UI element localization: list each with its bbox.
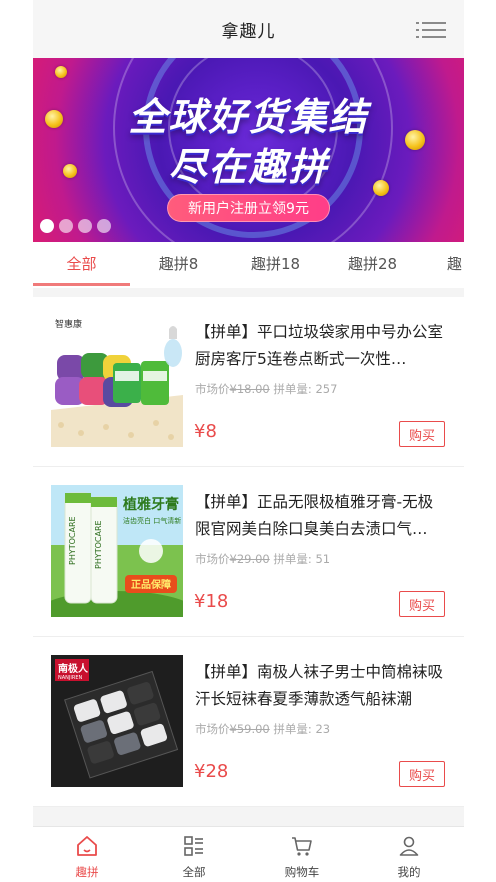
product-title[interactable]: 【拼单】正品无限极植雅牙膏-无极限官网美白除口臭美白去渍口气… [195,489,447,543]
product-meta: 市场价¥18.00 拼单量: 257 [195,381,337,397]
product-price: ¥28 [194,761,229,782]
bottom-nav: 趣拼 全部 购物车 我的 [33,826,464,882]
image-brand: 智惠康 [55,318,82,330]
garbage-bags-image: 智惠康 [51,315,183,447]
banner-headline: 全球好货集结 [128,95,369,139]
coin-icon [55,66,67,78]
app-frame: 拿趣儿 全球好货集结 尽在趣拼 新用户注册立领9元 全部 趣拼8 趣拼18 趣拼… [0,0,496,882]
buy-button[interactable]: 购买 [399,421,445,447]
group-count: 23 [315,722,331,736]
buy-button[interactable]: 购买 [399,761,445,787]
user-icon [399,836,419,856]
product-image[interactable]: 南极人 NANJIREN [51,655,183,787]
home-icon [77,836,97,856]
menu-bar [422,36,446,38]
page-title: 拿趣儿 [221,21,276,42]
carousel-dot[interactable] [40,219,54,233]
top-header: 拿趣儿 [33,0,464,58]
category-icon [184,836,203,856]
nav-label: 我的 [397,865,421,879]
product-title[interactable]: 【拼单】平口垃圾袋家用中号办公室厨房客厅5连卷点断式一次性… [195,319,447,373]
active-tab-indicator [33,283,130,286]
menu-dot [416,22,419,24]
nav-label: 购物车 [284,865,320,879]
nav-item-cart[interactable]: 购物车 [262,827,342,882]
carousel-dot[interactable] [97,219,111,233]
product-meta: 市场价¥59.00 拼单量: 23 [195,721,330,737]
menu-bar [422,22,446,24]
tab-qupin28[interactable]: 趣拼28 [324,242,421,288]
product-card[interactable]: 智惠康 【拼单】平口垃圾袋家用中号办公室厨房客厅5连卷点断式一次性… 市场价¥1… [33,297,464,467]
market-price-label: 市场价 [195,552,230,566]
carousel-dot[interactable] [78,219,92,233]
tab-all[interactable]: 全部 [33,242,130,288]
group-count-label: 拼单量: [273,552,312,566]
banner-subheadline: 尽在趣拼 [168,145,329,189]
cart-icon [292,837,312,856]
market-price-label: 市场价 [195,722,230,736]
product-price: ¥18 [194,591,229,612]
category-tabs: 全部 趣拼8 趣拼18 趣拼28 趣 [33,242,464,288]
nav-item-qupin[interactable]: 趣拼 [47,827,127,882]
product-image[interactable]: 智惠康 [51,315,183,447]
carousel-dot[interactable] [59,219,73,233]
menu-bar [422,29,446,31]
tab-qupin8[interactable]: 趣拼8 [130,242,227,288]
market-price: ¥59.00 [229,722,270,736]
menu-dot [416,29,419,31]
market-price: ¥29.00 [229,552,270,566]
group-count: 51 [315,552,331,566]
market-price-label: 市场价 [195,382,230,396]
product-card[interactable]: 南极人 NANJIREN 【拼单】南极人袜子男士中筒棉袜吸汗长短袜春夏季薄款透气… [33,637,464,807]
list-menu-icon[interactable] [416,20,446,40]
product-image[interactable]: PHYTOCARE PHYTOCARE 植雅牙膏 洁齿亮白 口气清新 正品保障 [51,485,183,617]
image-subtitle: 洁齿亮白 口气清新 [123,516,181,525]
product-card[interactable]: PHYTOCARE PHYTOCARE 植雅牙膏 洁齿亮白 口气清新 正品保障 … [33,467,464,637]
nav-label: 全部 [182,865,206,879]
product-title[interactable]: 【拼单】南极人袜子男士中筒棉袜吸汗长短袜春夏季薄款透气船袜潮 [195,659,447,713]
nav-item-all[interactable]: 全部 [154,827,234,882]
image-brand: 南极人 [58,662,89,675]
image-tube-text: PHYTOCARE [68,516,77,565]
nav-item-mine[interactable]: 我的 [369,827,449,882]
image-brand: 植雅牙膏 [122,496,179,513]
image-brand-en: NANJIREN [58,675,82,681]
product-price: ¥8 [194,421,217,442]
group-count-label: 拼单量: [273,722,312,736]
phone-screen: 拿趣儿 全球好货集结 尽在趣拼 新用户注册立领9元 全部 趣拼8 趣拼18 趣拼… [33,0,464,882]
nav-label: 趣拼 [75,865,99,879]
socks-image: 南极人 NANJIREN [51,655,183,787]
banner-promo-pill[interactable]: 新用户注册立领9元 [167,194,330,222]
menu-dot [416,36,419,38]
toothpaste-image: PHYTOCARE PHYTOCARE 植雅牙膏 洁齿亮白 口气清新 正品保障 [51,485,183,617]
group-count: 257 [315,382,338,396]
market-price: ¥18.00 [229,382,270,396]
image-badge: 正品保障 [131,578,171,591]
product-meta: 市场价¥29.00 拼单量: 51 [195,551,330,567]
carousel-indicator [40,219,111,233]
promo-banner[interactable]: 全球好货集结 尽在趣拼 新用户注册立领9元 [33,58,464,242]
image-tube-text: PHYTOCARE [94,520,103,569]
buy-button[interactable]: 购买 [399,591,445,617]
tab-more[interactable]: 趣 [421,242,464,288]
group-count-label: 拼单量: [273,382,312,396]
tab-qupin18[interactable]: 趣拼18 [227,242,324,288]
